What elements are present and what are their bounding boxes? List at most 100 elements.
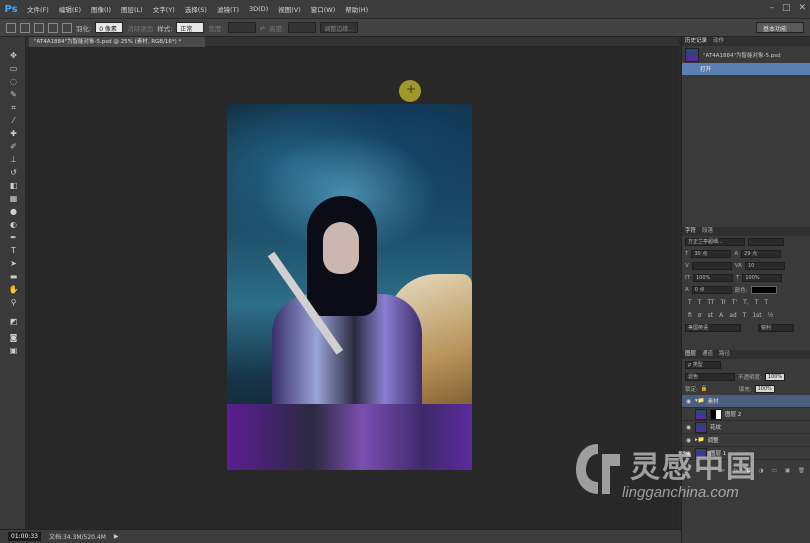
- tab-history[interactable]: 历史记录: [685, 37, 707, 46]
- fraction-button[interactable]: ½: [768, 312, 774, 319]
- eraser-icon[interactable]: ◧: [8, 181, 19, 191]
- lock-icon[interactable]: 🔒: [701, 386, 708, 392]
- blur-icon[interactable]: ●: [8, 207, 19, 217]
- quick-select-icon[interactable]: ✎: [8, 90, 19, 100]
- minimize-icon[interactable]: –: [769, 3, 774, 13]
- language-select[interactable]: 美国英语: [685, 324, 741, 332]
- eye-icon[interactable]: ◉: [685, 437, 692, 444]
- subscript-button[interactable]: T,: [743, 299, 749, 306]
- width-input[interactable]: [227, 22, 256, 33]
- strikethrough-button[interactable]: T: [764, 299, 768, 306]
- quick-mask-icon[interactable]: ◙: [8, 333, 19, 343]
- antialias-checkbox[interactable]: 消除锯齿: [127, 23, 153, 33]
- color-swatches-icon[interactable]: ◩: [8, 317, 19, 327]
- brush-icon[interactable]: ✐: [8, 142, 19, 152]
- leading-input[interactable]: 29 点: [741, 250, 782, 258]
- height-input[interactable]: [288, 22, 317, 33]
- eye-icon[interactable]: ◉: [685, 450, 692, 457]
- eye-icon[interactable]: [685, 411, 692, 418]
- eye-icon[interactable]: ◉: [685, 398, 692, 405]
- fill-input[interactable]: 100%: [754, 385, 775, 393]
- adjustment-icon[interactable]: ◑: [759, 468, 764, 474]
- menu-select[interactable]: 选择(S): [180, 4, 212, 14]
- swash-button[interactable]: A: [719, 312, 723, 319]
- intersect-selection-icon[interactable]: [62, 22, 72, 33]
- history-snapshot[interactable]: "AT4A1884"为智能对象-5.psd: [682, 46, 810, 63]
- discretionary-button[interactable]: st: [708, 312, 713, 319]
- eyedropper-icon[interactable]: ⁄: [8, 116, 19, 126]
- superscript-button[interactable]: T': [732, 299, 737, 306]
- status-arrow-icon[interactable]: ▶: [114, 533, 119, 540]
- new-selection-icon[interactable]: [20, 22, 30, 33]
- history-step[interactable]: 打开: [682, 63, 810, 75]
- refine-edge-button[interactable]: 调整边缘...: [320, 22, 358, 33]
- hand-icon[interactable]: ✋: [8, 285, 19, 295]
- menu-image[interactable]: 图像(I): [86, 4, 116, 14]
- crop-icon[interactable]: ⌗: [8, 103, 19, 113]
- style-select[interactable]: 正常: [176, 22, 205, 33]
- faux-italic-button[interactable]: T: [698, 299, 702, 306]
- new-layer-icon[interactable]: ▣: [785, 468, 790, 474]
- layer-row[interactable]: 图层 2: [682, 408, 810, 421]
- text-color-swatch[interactable]: [750, 286, 777, 294]
- vertical-scale-input[interactable]: 100%: [692, 274, 733, 282]
- tab-actions[interactable]: 动作: [713, 37, 724, 46]
- layer-row[interactable]: ◉ ▸📁 调整: [682, 434, 810, 447]
- history-brush-icon[interactable]: ↺: [8, 168, 19, 178]
- layer-row[interactable]: ◉ 图层 1: [682, 447, 810, 460]
- menu-view[interactable]: 视图(V): [273, 4, 306, 14]
- new-group-icon[interactable]: ▭: [772, 468, 777, 474]
- pen-icon[interactable]: ✒: [8, 233, 19, 243]
- subtract-selection-icon[interactable]: [48, 22, 58, 33]
- tab-paths[interactable]: 路径: [719, 350, 730, 359]
- small-caps-button[interactable]: Tr: [721, 299, 726, 306]
- stamp-icon[interactable]: ⊥: [8, 155, 19, 165]
- menu-layer[interactable]: 图层(L): [116, 4, 148, 14]
- link-icon[interactable]: ∞: [721, 468, 726, 474]
- menu-help[interactable]: 帮助(H): [340, 4, 373, 14]
- healing-icon[interactable]: ✚: [8, 129, 19, 139]
- workspace-select[interactable]: 基本功能: [756, 22, 804, 33]
- maximize-icon[interactable]: □: [782, 3, 791, 13]
- font-style-select[interactable]: [748, 238, 784, 246]
- tab-channels[interactable]: 通道: [702, 350, 713, 359]
- dodge-icon[interactable]: ◐: [8, 220, 19, 230]
- marquee-tool-icon[interactable]: [6, 22, 16, 33]
- path-select-icon[interactable]: ➤: [8, 259, 19, 269]
- close-icon[interactable]: ✕: [798, 3, 806, 13]
- shape-icon[interactable]: ▬: [8, 272, 19, 282]
- fx-icon[interactable]: fx: [733, 468, 738, 474]
- antialias-select[interactable]: 锐利: [758, 324, 794, 332]
- all-caps-button[interactable]: TT: [707, 299, 714, 306]
- doc-size-info[interactable]: 文档:34.3M/520.4M: [49, 532, 106, 541]
- ordinal-button[interactable]: 1st: [752, 312, 761, 319]
- menu-window[interactable]: 窗口(W): [306, 4, 341, 14]
- feather-input[interactable]: 0 像素: [95, 22, 124, 33]
- eye-icon[interactable]: ◉: [685, 424, 692, 431]
- zoom-icon[interactable]: ⚲: [8, 298, 19, 308]
- lasso-icon[interactable]: ◌: [8, 77, 19, 87]
- tracking-input[interactable]: 10: [744, 262, 785, 270]
- move-tool-icon[interactable]: ✥: [8, 51, 19, 61]
- layer-row[interactable]: ◉ 花纹: [682, 421, 810, 434]
- opacity-input[interactable]: 100%: [764, 373, 785, 381]
- underline-button[interactable]: T: [755, 299, 759, 306]
- gradient-icon[interactable]: ▦: [8, 194, 19, 204]
- font-size-input[interactable]: 30 点: [691, 250, 732, 258]
- add-mask-icon[interactable]: ◘: [746, 468, 750, 474]
- layer-group-row[interactable]: ◉ ▾📁 素材: [682, 395, 810, 408]
- menu-filter[interactable]: 滤镜(T): [212, 4, 244, 14]
- screen-mode-icon[interactable]: ▣: [8, 346, 19, 356]
- horizontal-scale-input[interactable]: 100%: [742, 274, 783, 282]
- menu-file[interactable]: 文件(F): [22, 4, 54, 14]
- ligature-button[interactable]: fi: [688, 312, 692, 319]
- marquee-icon[interactable]: ▭: [8, 64, 19, 74]
- tab-paragraph[interactable]: 段落: [702, 227, 713, 236]
- tab-layers[interactable]: 图层: [685, 350, 696, 359]
- stylistic-button[interactable]: ad: [729, 312, 737, 319]
- add-selection-icon[interactable]: [34, 22, 44, 33]
- menu-3d[interactable]: 3D(D): [244, 5, 273, 13]
- kerning-input[interactable]: [691, 262, 732, 270]
- type-icon[interactable]: T: [8, 246, 19, 256]
- tab-character[interactable]: 字符: [685, 227, 696, 236]
